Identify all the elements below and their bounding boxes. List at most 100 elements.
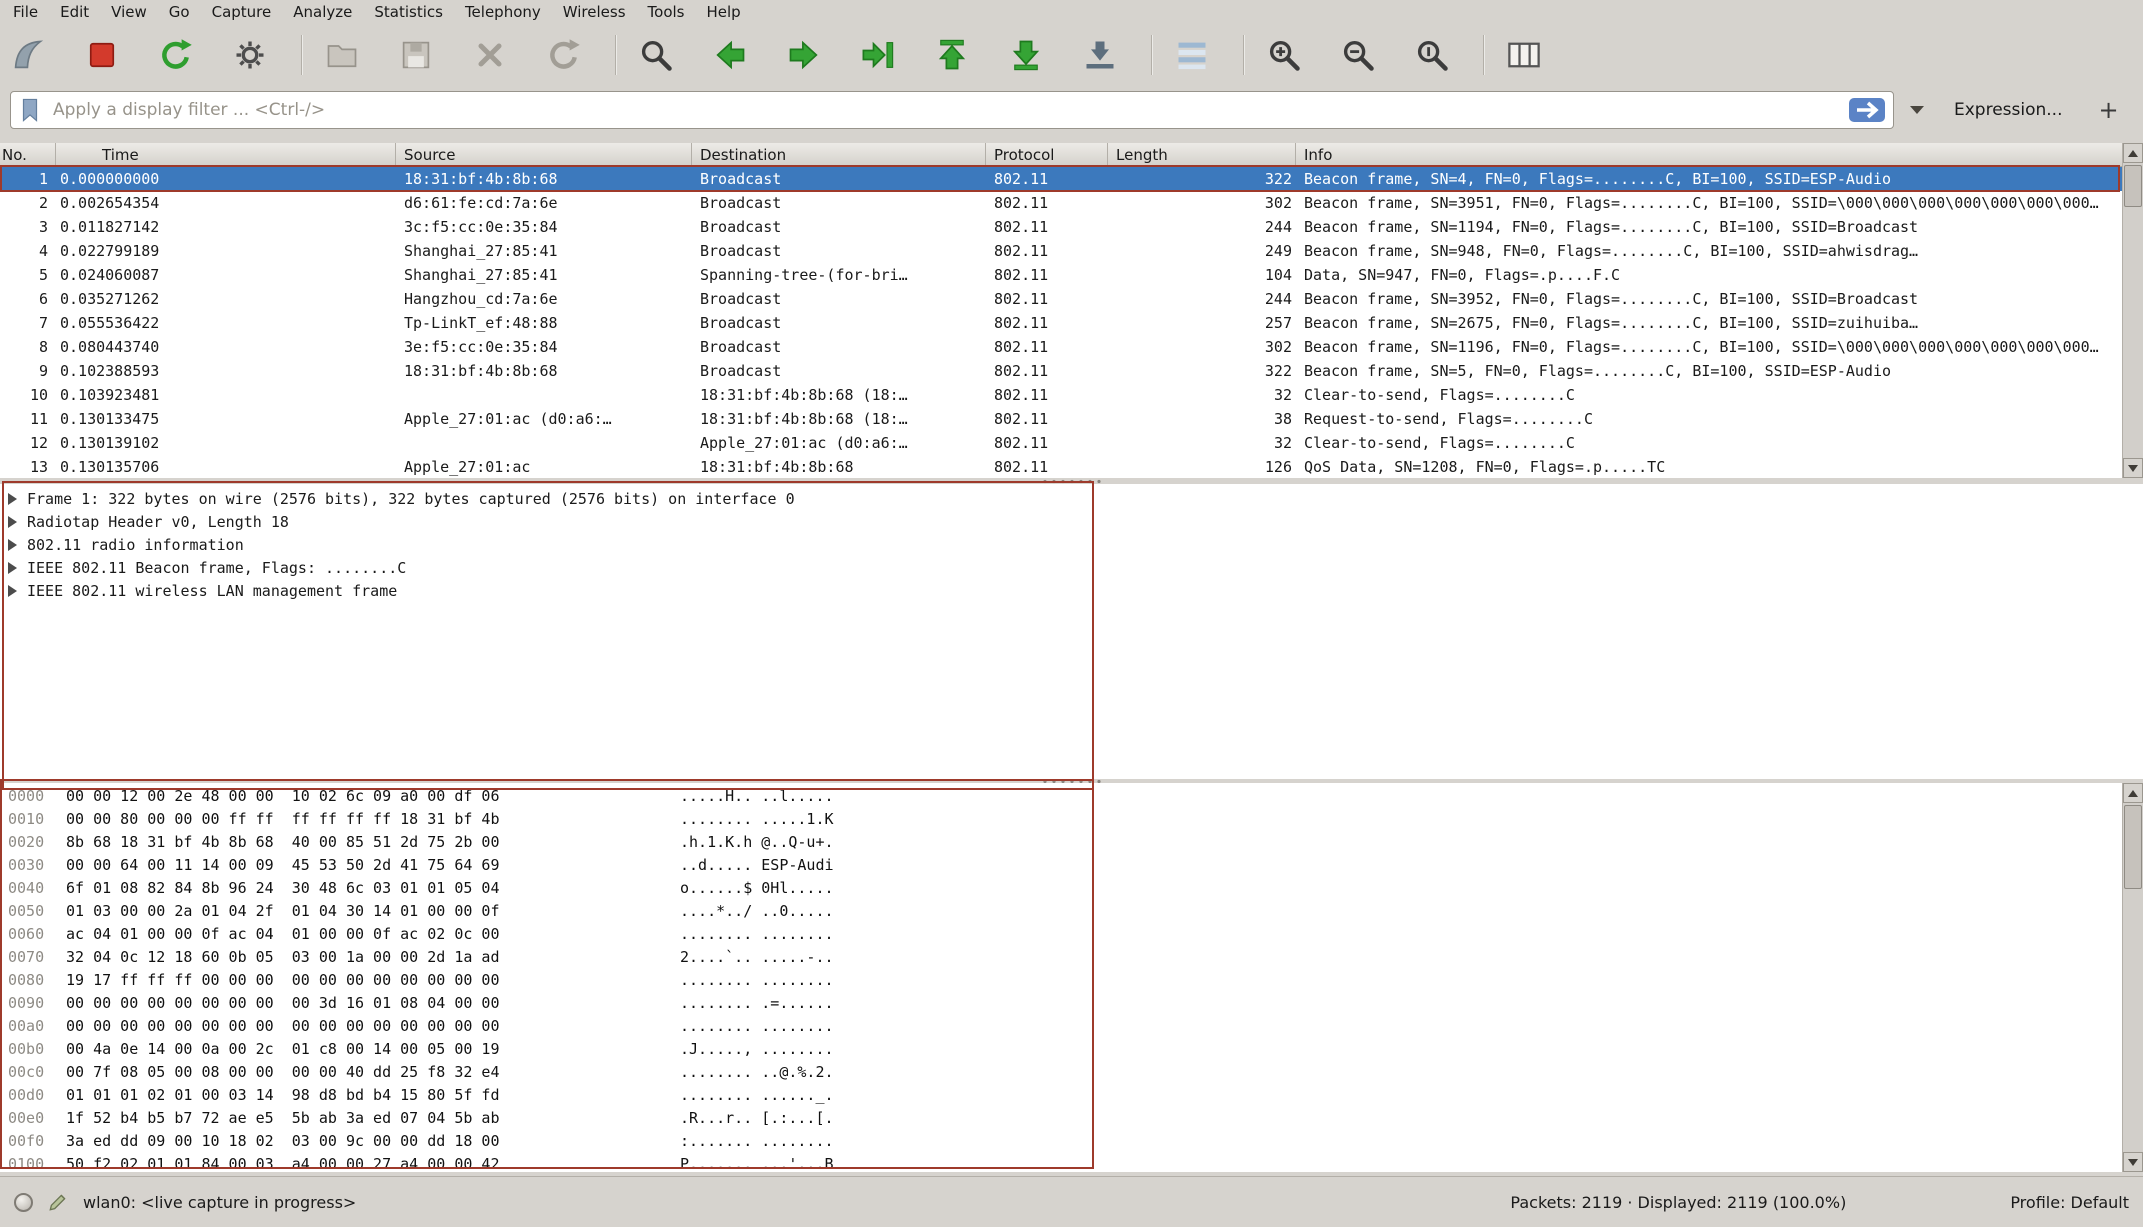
column-header-time[interactable]: Time — [56, 143, 396, 166]
toolbar-separator — [301, 35, 303, 75]
column-header-destination[interactable]: Destination — [692, 143, 986, 166]
detail-line[interactable]: 802.11 radio information — [0, 533, 2143, 556]
packet-row-8[interactable]: 80.0804437403e:f5:cc:0e:35:84Broadcast80… — [0, 335, 2122, 359]
detail-line[interactable]: Radiotap Header v0, Length 18 — [0, 510, 2143, 533]
column-header-source[interactable]: Source — [396, 143, 692, 166]
column-header-no[interactable]: No. — [0, 143, 56, 166]
hex-line[interactable]: 00d001 01 01 02 01 00 03 14 98 d8 bd b4 … — [0, 1084, 2122, 1107]
expression-button[interactable]: Expression... — [1940, 100, 2077, 120]
packet-bytes-scrollbar[interactable] — [2122, 783, 2143, 1172]
expand-arrow-icon[interactable] — [8, 562, 17, 574]
packet-row-9[interactable]: 90.10238859318:31:bf:4b:8b:68Broadcast80… — [0, 359, 2122, 383]
open-file-button[interactable] — [319, 32, 365, 78]
capture-comment-icon[interactable] — [47, 1191, 69, 1213]
add-filter-button[interactable]: + — [2087, 96, 2131, 124]
packet-row-3[interactable]: 30.0118271423c:f5:cc:0e:35:84Broadcast80… — [0, 215, 2122, 239]
resize-columns-button[interactable] — [1501, 32, 1547, 78]
hex-line[interactable]: 009000 00 00 00 00 00 00 00 00 3d 16 01 … — [0, 992, 2122, 1015]
expand-arrow-icon[interactable] — [8, 516, 17, 528]
save-file-button[interactable] — [393, 32, 439, 78]
bookmark-icon[interactable] — [17, 97, 43, 123]
close-file-button[interactable] — [467, 32, 513, 78]
packet-list-scrollbar[interactable] — [2122, 143, 2143, 478]
expand-arrow-icon[interactable] — [8, 585, 17, 597]
menu-item-capture[interactable]: Capture — [201, 1, 283, 23]
hex-line[interactable]: 00c000 7f 08 05 00 08 00 00 00 00 40 dd … — [0, 1061, 2122, 1084]
packet-row-7[interactable]: 70.055536422Tp-LinkT_ef:48:88Broadcast80… — [0, 311, 2122, 335]
cell-source: d6:61:fe:cd:7a:6e — [396, 191, 692, 215]
hex-line[interactable]: 005001 03 00 00 2a 01 04 2f 01 04 30 14 … — [0, 900, 2122, 923]
expand-arrow-icon[interactable] — [8, 539, 17, 551]
scroll-down-button[interactable] — [2123, 1152, 2143, 1172]
find-packet-button[interactable] — [633, 32, 679, 78]
zoom-reset-button[interactable] — [1409, 32, 1455, 78]
hex-line[interactable]: 007032 04 0c 12 18 60 0b 05 03 00 1a 00 … — [0, 946, 2122, 969]
detail-line[interactable]: Frame 1: 322 bytes on wire (2576 bits), … — [0, 487, 2143, 510]
menu-item-edit[interactable]: Edit — [49, 1, 100, 23]
colorize-button[interactable] — [1169, 32, 1215, 78]
go-back-button[interactable] — [707, 32, 753, 78]
menu-item-wireless[interactable]: Wireless — [552, 1, 637, 23]
display-filter-field[interactable] — [10, 91, 1894, 129]
menu-item-go[interactable]: Go — [158, 1, 201, 23]
expert-info-icon[interactable] — [14, 1193, 33, 1212]
packet-row-5[interactable]: 50.024060087Shanghai_27:85:41Spanning-tr… — [0, 263, 2122, 287]
packet-row-2[interactable]: 20.002654354d6:61:fe:cd:7a:6eBroadcast80… — [0, 191, 2122, 215]
hex-line[interactable]: 010050 f2 02 01 01 84 00 03 a4 00 00 27 … — [0, 1153, 2122, 1172]
hex-line[interactable]: 00208b 68 18 31 bf 4b 8b 68 40 00 85 51 … — [0, 831, 2122, 854]
filter-bar: Expression... + — [0, 88, 2143, 132]
detail-line[interactable]: IEEE 802.11 wireless LAN management fram… — [0, 579, 2143, 602]
go-to-packet-button[interactable] — [855, 32, 901, 78]
hex-line[interactable]: 008019 17 ff ff ff 00 00 00 00 00 00 00 … — [0, 969, 2122, 992]
scroll-up-button[interactable] — [2123, 783, 2143, 803]
restart-capture-button[interactable] — [153, 32, 199, 78]
hex-line[interactable]: 00a000 00 00 00 00 00 00 00 00 00 00 00 … — [0, 1015, 2122, 1038]
expand-arrow-icon[interactable] — [8, 493, 17, 505]
hex-line[interactable]: 001000 00 80 00 00 00 ff ff ff ff ff ff … — [0, 808, 2122, 831]
menu-item-statistics[interactable]: Statistics — [363, 1, 454, 23]
menu-item-file[interactable]: File — [2, 1, 49, 23]
display-filter-input[interactable] — [51, 99, 1839, 121]
packet-row-13[interactable]: 130.130135706Apple_27:01:ac18:31:bf:4b:8… — [0, 455, 2122, 478]
zoom-out-button[interactable] — [1335, 32, 1381, 78]
scroll-down-button[interactable] — [2123, 458, 2143, 478]
menu-item-telephony[interactable]: Telephony — [454, 1, 552, 23]
menu-item-tools[interactable]: Tools — [637, 1, 696, 23]
column-header-length[interactable]: Length — [1108, 143, 1296, 166]
packet-row-6[interactable]: 60.035271262Hangzhou_cd:7a:6eBroadcast80… — [0, 287, 2122, 311]
hex-line[interactable]: 00b000 4a 0e 14 00 0a 00 2c 01 c8 00 14 … — [0, 1038, 2122, 1061]
profile-button[interactable]: Profile: Default — [2010, 1193, 2129, 1212]
stop-capture-button[interactable] — [79, 32, 125, 78]
menu-item-help[interactable]: Help — [695, 1, 751, 23]
scrollbar-thumb[interactable] — [2124, 805, 2142, 889]
hex-line[interactable]: 00f03a ed dd 09 00 10 18 02 03 00 9c 00 … — [0, 1130, 2122, 1153]
reload-file-button[interactable] — [541, 32, 587, 78]
go-to-bottom-button[interactable] — [1003, 32, 1049, 78]
hex-line[interactable]: 00e01f 52 b4 b5 b7 72 ae e5 5b ab 3a ed … — [0, 1107, 2122, 1130]
scrollbar-thumb[interactable] — [2124, 165, 2142, 207]
capture-options-button[interactable] — [227, 32, 273, 78]
column-header-protocol[interactable]: Protocol — [986, 143, 1108, 166]
scroll-up-button[interactable] — [2123, 143, 2143, 163]
wireshark-fin-start-capture-button[interactable] — [5, 32, 51, 78]
packet-row-11[interactable]: 110.130133475Apple_27:01:ac (d0:a6:…18:3… — [0, 407, 2122, 431]
hex-line[interactable]: 00406f 01 08 82 84 8b 96 24 30 48 6c 03 … — [0, 877, 2122, 900]
apply-filter-button[interactable] — [1847, 96, 1887, 124]
column-header-info[interactable]: Info — [1296, 143, 2122, 166]
hex-line[interactable]: 003000 00 64 00 11 14 00 09 45 53 50 2d … — [0, 854, 2122, 877]
hex-line[interactable]: 000000 00 12 00 2e 48 00 00 10 02 6c 09 … — [0, 785, 2122, 808]
menu-item-view[interactable]: View — [100, 1, 158, 23]
packet-row-1[interactable]: 10.00000000018:31:bf:4b:8b:68Broadcast80… — [0, 167, 2122, 191]
hex-line[interactable]: 0060ac 04 01 00 00 0f ac 04 01 00 00 0f … — [0, 923, 2122, 946]
packet-row-12[interactable]: 120.130139102Apple_27:01:ac (d0:a6:…802.… — [0, 431, 2122, 455]
packet-row-4[interactable]: 40.022799189Shanghai_27:85:41Broadcast80… — [0, 239, 2122, 263]
menu-item-analyze[interactable]: Analyze — [282, 1, 363, 23]
detail-line[interactable]: IEEE 802.11 Beacon frame, Flags: .......… — [0, 556, 2143, 579]
filter-history-dropdown[interactable] — [1904, 95, 1930, 125]
packet-row-10[interactable]: 100.10392348118:31:bf:4b:8b:68 (18:…802.… — [0, 383, 2122, 407]
hex-offset: 00b0 — [8, 1038, 44, 1061]
go-to-top-button[interactable] — [929, 32, 975, 78]
auto-scroll-button[interactable] — [1077, 32, 1123, 78]
go-forward-button[interactable] — [781, 32, 827, 78]
zoom-in-button[interactable] — [1261, 32, 1307, 78]
